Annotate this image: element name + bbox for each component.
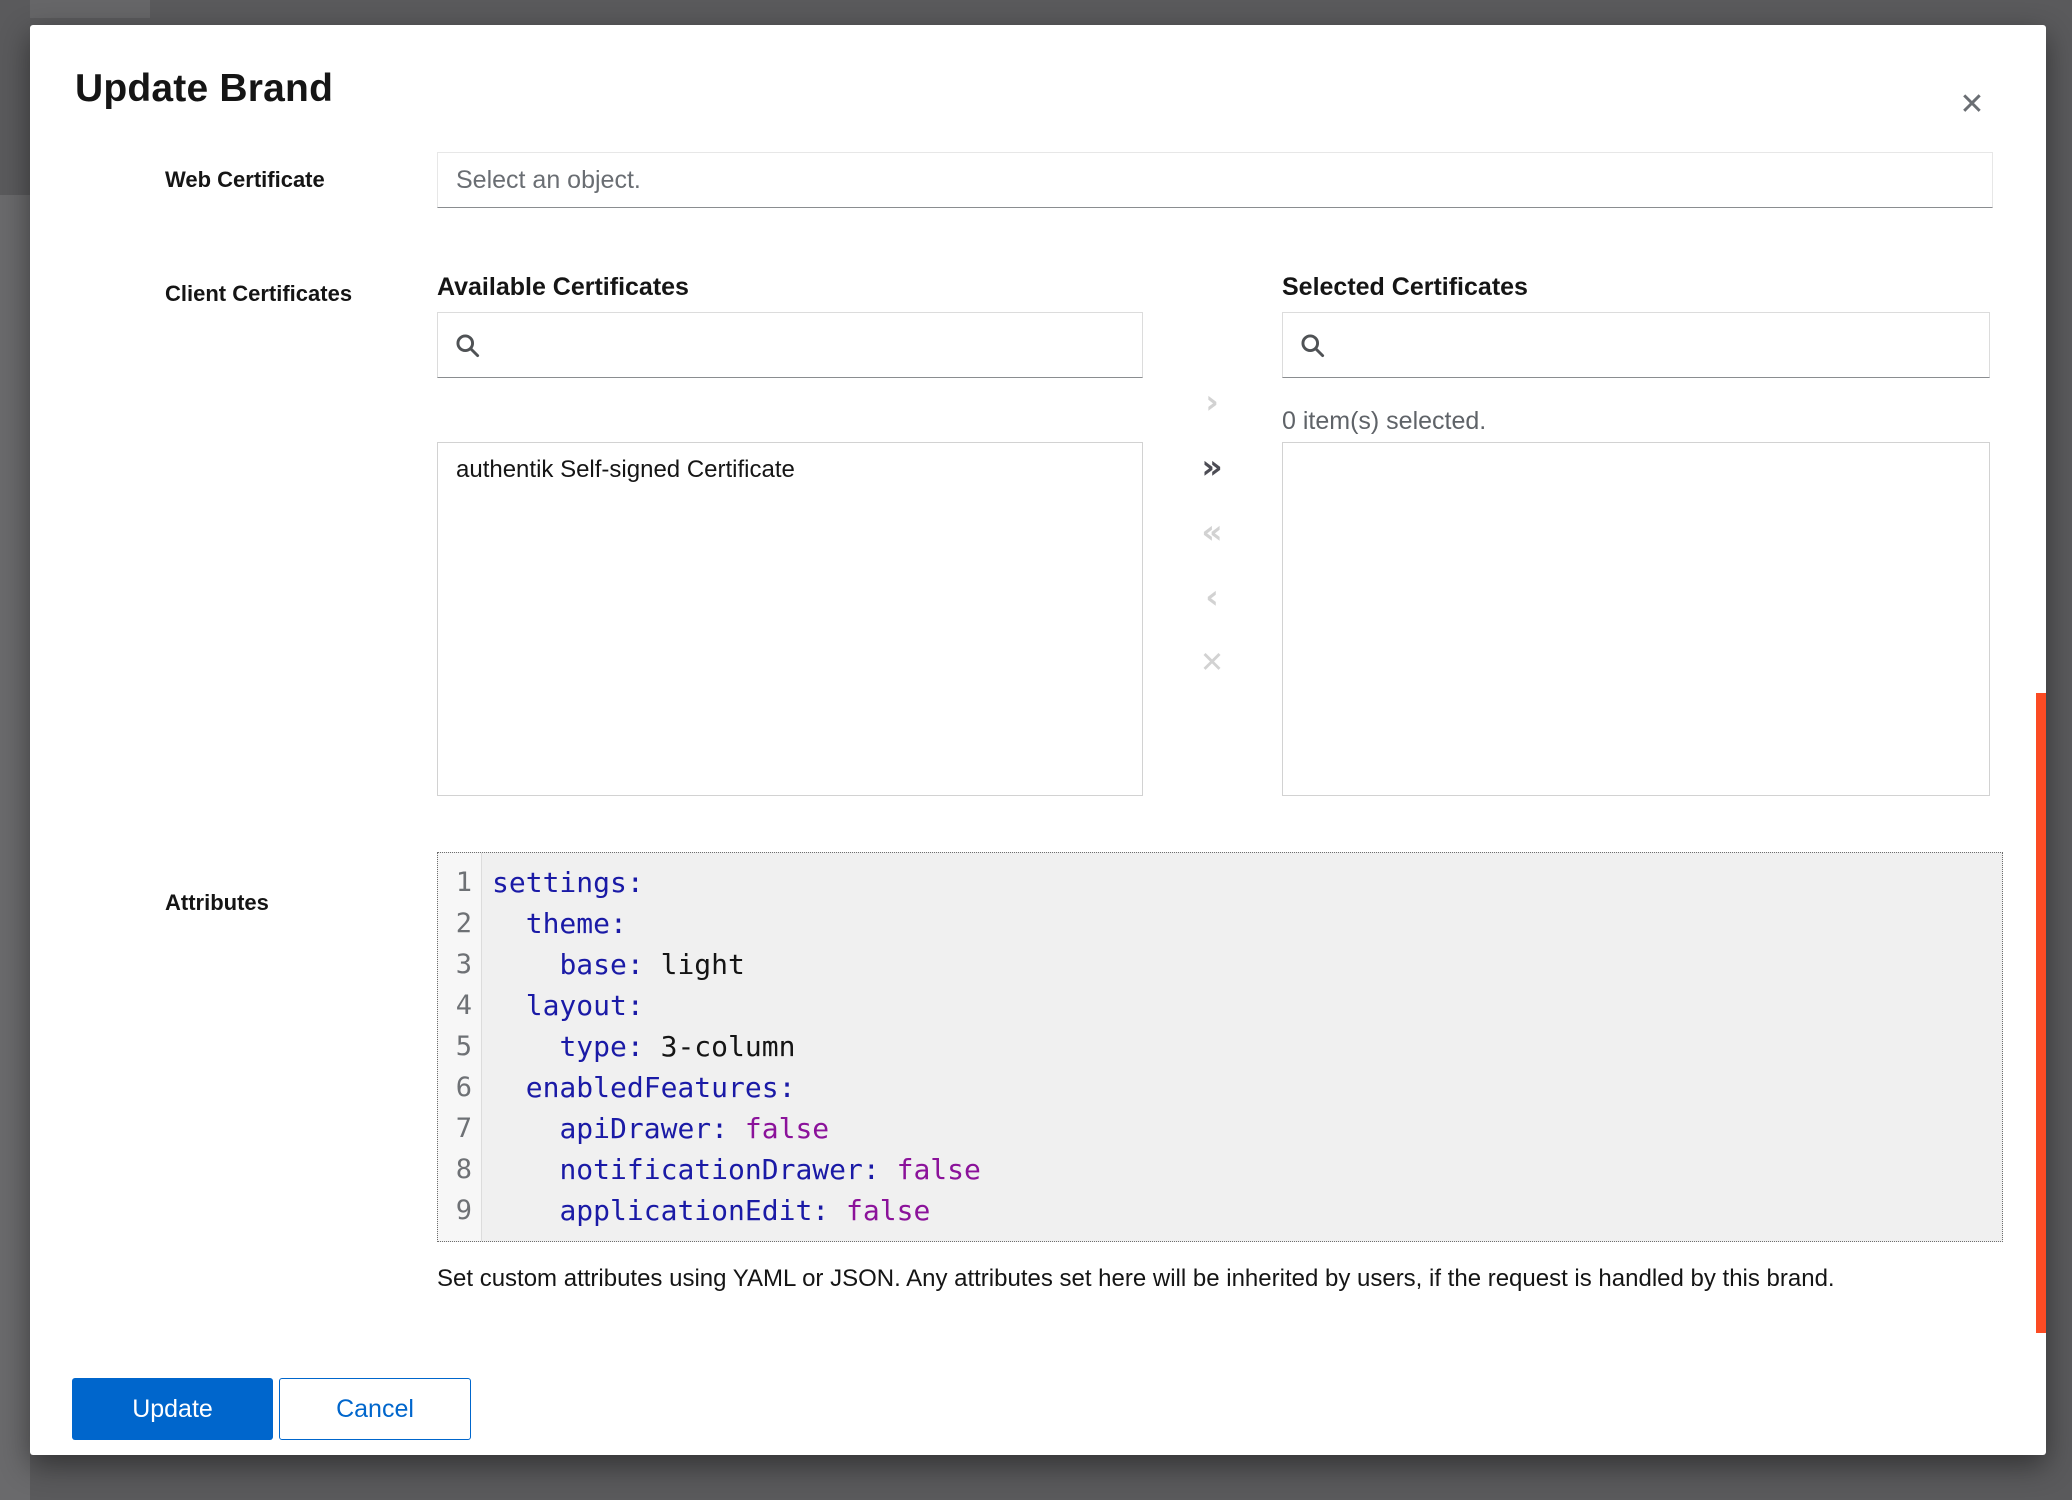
selected-certificates-list[interactable] bbox=[1282, 442, 1990, 796]
selected-count-status: 0 item(s) selected. bbox=[1282, 407, 1486, 436]
line-number: 4 bbox=[438, 985, 481, 1026]
available-certificates-list[interactable]: authentik Self-signed Certificate bbox=[437, 442, 1143, 796]
code-line[interactable]: type: 3-column bbox=[492, 1026, 2002, 1067]
search-icon bbox=[1299, 332, 1326, 359]
available-certificates-heading: Available Certificates bbox=[437, 273, 689, 302]
code-line[interactable]: applicationEdit: false bbox=[492, 1190, 2002, 1231]
code-line[interactable]: base: light bbox=[492, 944, 2002, 985]
code-line[interactable]: apiDrawer: false bbox=[492, 1108, 2002, 1149]
remove-selected-icon[interactable]: ‹ bbox=[1188, 575, 1236, 619]
code-line[interactable]: settings: bbox=[492, 862, 2002, 903]
line-number: 2 bbox=[438, 903, 481, 944]
selected-search-input[interactable] bbox=[1338, 313, 1973, 377]
search-icon bbox=[454, 332, 481, 359]
selected-certificates-search[interactable] bbox=[1282, 312, 1990, 378]
code-line[interactable]: layout: bbox=[492, 985, 2002, 1026]
add-selected-icon[interactable]: › bbox=[1188, 380, 1236, 424]
attributes-code-lines[interactable]: settings: theme: base: light layout: typ… bbox=[482, 853, 2002, 1241]
attributes-help-text: Set custom attributes using YAML or JSON… bbox=[437, 1265, 1967, 1293]
update-button[interactable]: Update bbox=[72, 1378, 273, 1440]
update-brand-modal: Update Brand ✕ Web Certificate Client Ce… bbox=[30, 25, 2046, 1455]
code-line[interactable]: theme: bbox=[492, 903, 2002, 944]
available-certificates-search[interactable] bbox=[437, 312, 1143, 378]
modal-scrollbar-thumb[interactable] bbox=[2036, 693, 2046, 1333]
code-line[interactable]: enabledFeatures: bbox=[492, 1067, 2002, 1108]
available-search-input[interactable] bbox=[493, 313, 1126, 377]
selected-certificates-heading: Selected Certificates bbox=[1282, 273, 1528, 302]
close-icon[interactable]: ✕ bbox=[1948, 81, 1996, 129]
web-certificate-label: Web Certificate bbox=[165, 167, 325, 193]
web-certificate-select[interactable] bbox=[437, 152, 1993, 208]
attributes-label: Attributes bbox=[165, 890, 269, 916]
code-line[interactable]: notificationDrawer: false bbox=[492, 1149, 2002, 1190]
list-item[interactable]: authentik Self-signed Certificate bbox=[438, 443, 1142, 497]
line-number: 6 bbox=[438, 1067, 481, 1108]
line-number: 7 bbox=[438, 1108, 481, 1149]
client-certificates-label: Client Certificates bbox=[165, 281, 352, 307]
add-all-icon[interactable]: » bbox=[1188, 445, 1236, 489]
line-number: 9 bbox=[438, 1190, 481, 1231]
clear-selection-icon[interactable]: ✕ bbox=[1188, 640, 1236, 684]
attributes-code-gutter: 123456789 bbox=[438, 853, 482, 1241]
line-number: 5 bbox=[438, 1026, 481, 1067]
remove-all-icon[interactable]: « bbox=[1188, 510, 1236, 554]
page-title: Update Brand bbox=[75, 67, 333, 111]
line-number: 8 bbox=[438, 1149, 481, 1190]
background-sidebar-band bbox=[0, 195, 30, 1500]
cancel-button[interactable]: Cancel bbox=[279, 1378, 471, 1440]
line-number: 3 bbox=[438, 944, 481, 985]
attributes-code-editor[interactable]: 123456789 settings: theme: base: light l… bbox=[437, 852, 2003, 1242]
dual-list-controls: › » « ‹ ✕ bbox=[1188, 380, 1236, 684]
background-topbar-band bbox=[30, 0, 150, 18]
line-number: 1 bbox=[438, 862, 481, 903]
